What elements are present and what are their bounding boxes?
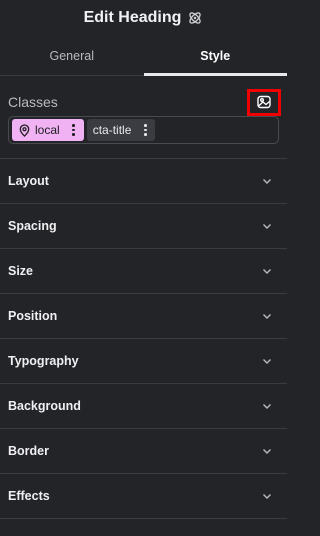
section-typography[interactable]: Typography xyxy=(0,339,287,384)
class-chip-cta-title[interactable]: cta-title xyxy=(86,119,156,141)
section-label: Border xyxy=(8,444,49,458)
class-selector-input[interactable]: local cta-title xyxy=(8,116,279,144)
panel-header: Edit Heading xyxy=(0,0,287,36)
section-label: Background xyxy=(8,399,81,413)
section-border[interactable]: Border xyxy=(0,429,287,474)
panel-tabs: General Style xyxy=(0,36,287,76)
section-layout[interactable]: Layout xyxy=(0,159,287,204)
classes-title: Classes xyxy=(8,94,58,110)
class-manager-button[interactable] xyxy=(247,88,281,116)
class-chip-label: local xyxy=(35,123,60,137)
chevron-down-icon xyxy=(261,355,273,367)
section-size[interactable]: Size xyxy=(0,249,287,294)
class-chip-local[interactable]: local xyxy=(12,119,84,141)
chevron-down-icon xyxy=(261,220,273,232)
section-label: Spacing xyxy=(8,219,57,233)
chevron-down-icon xyxy=(261,400,273,412)
class-chip-label: cta-title xyxy=(92,123,132,137)
section-effects[interactable]: Effects xyxy=(0,474,287,519)
style-sections: Layout Spacing Size Position Typography … xyxy=(0,159,287,519)
section-label: Position xyxy=(8,309,58,323)
elementor-logo-icon xyxy=(187,10,203,26)
section-background[interactable]: Background xyxy=(0,384,287,429)
panel-title: Edit Heading xyxy=(83,9,182,26)
section-label: Effects xyxy=(8,489,50,503)
chevron-down-icon xyxy=(261,310,273,322)
chevron-down-icon xyxy=(261,175,273,187)
section-spacing[interactable]: Spacing xyxy=(0,204,287,249)
class-manager-icon xyxy=(256,94,272,110)
location-pin-icon xyxy=(18,123,31,137)
section-position[interactable]: Position xyxy=(0,294,287,339)
chevron-down-icon xyxy=(261,445,273,457)
classes-section: Classes local cta-title xyxy=(0,76,287,159)
tab-general[interactable]: General xyxy=(0,36,144,75)
section-label: Layout xyxy=(8,174,49,188)
chip-menu-icon[interactable] xyxy=(137,119,153,141)
chip-menu-icon[interactable] xyxy=(66,119,82,141)
chevron-down-icon xyxy=(261,265,273,277)
section-label: Typography xyxy=(8,354,79,368)
section-label: Size xyxy=(8,264,34,278)
chevron-down-icon xyxy=(261,490,273,502)
tab-style[interactable]: Style xyxy=(143,36,288,76)
